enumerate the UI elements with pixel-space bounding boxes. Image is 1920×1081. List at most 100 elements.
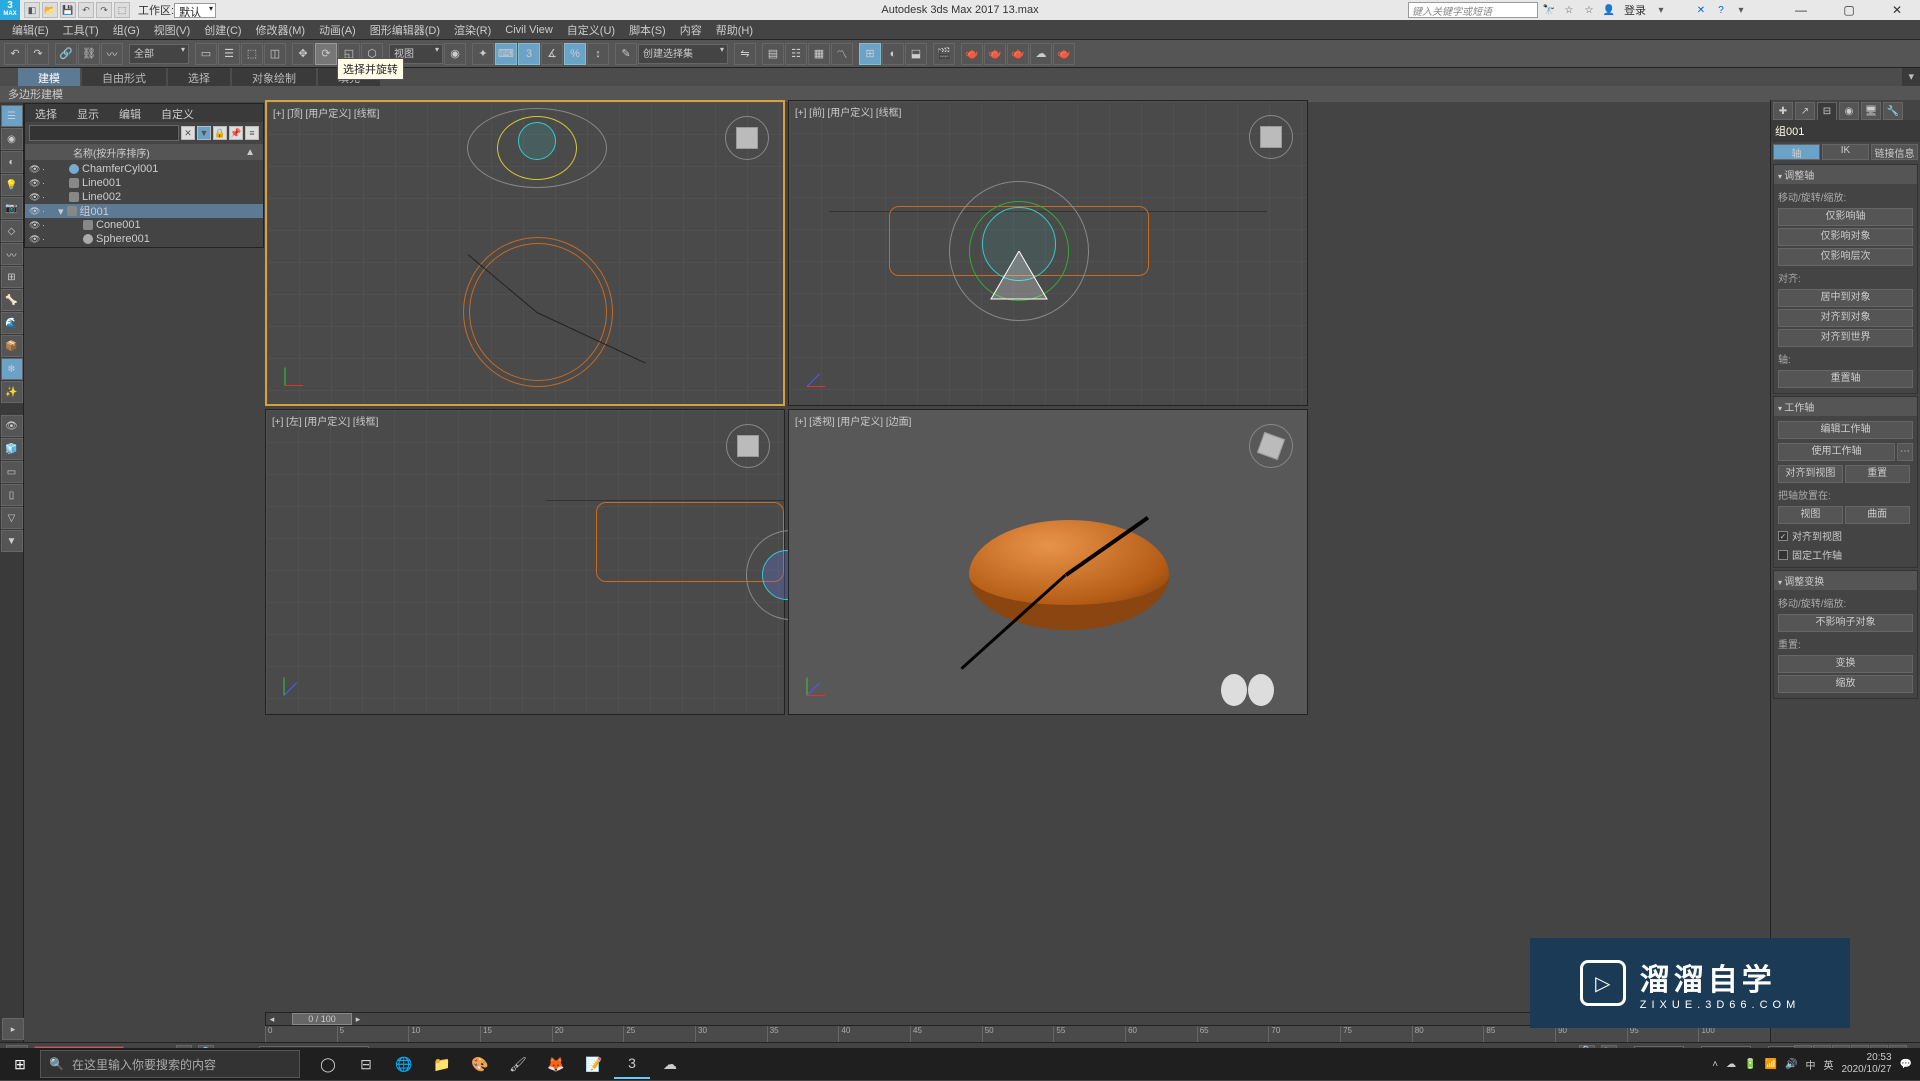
binoculars-icon[interactable]: 🔭 [1540,2,1558,18]
freeze-icon[interactable]: · [42,206,52,216]
cp-tab-motion-icon[interactable]: ◉ [1839,102,1859,120]
cp-tab-modify-icon[interactable]: ↗ [1795,102,1815,120]
curve-editor-icon[interactable]: 〽 [831,43,853,65]
qat-undo-icon[interactable]: ↶ [78,2,94,18]
ribbon-min-icon[interactable]: ▾ [1902,68,1920,86]
rollout-header[interactable]: 调整轴 [1774,165,1917,184]
freeze-icon[interactable]: · [42,164,52,174]
cp-sec-pivot[interactable]: 轴 [1773,144,1820,160]
ribbon-tab-modeling[interactable]: 建模 [18,68,80,86]
menu-animation[interactable]: 动画(A) [313,20,362,40]
tray-network-icon[interactable]: 📶 [1765,1059,1777,1070]
se-tree-row[interactable]: 👁·Cone001 [25,218,263,232]
render-setup-icon[interactable]: ⬓ [905,43,927,65]
vp-label-left[interactable]: [+] [左] [用户定义] [线框] [272,413,378,428]
qat-new-icon[interactable]: ◧ [24,2,40,18]
ln-freeze-icon[interactable]: 🧊 [1,438,23,460]
visibility-icon[interactable]: 👁 [29,234,39,245]
btn-affect-hierarchy[interactable]: 仅影响层次 [1778,248,1913,266]
select-rotate-icon[interactable]: ⟳ [315,43,337,65]
btn-reset-transform[interactable]: 变换 [1778,655,1913,673]
visibility-icon[interactable]: 👁 [29,220,39,231]
snap-toggle-icon[interactable]: 3 [518,43,540,65]
ln-none-icon[interactable]: ▯ [1,484,23,506]
qat-redo-icon[interactable]: ↷ [96,2,112,18]
se-tree-row[interactable]: 👁·▾组001 [25,204,263,218]
chevron-down2-icon[interactable]: ▾ [1732,2,1750,18]
ln-particle-icon[interactable]: ✨ [1,381,23,403]
menu-modifiers[interactable]: 修改器(M) [250,20,312,40]
render-activeshade-icon[interactable]: 🫖 [1007,43,1029,65]
render-online-icon[interactable]: ☁ [1030,43,1052,65]
visibility-icon[interactable]: 👁 [29,192,39,203]
select-move-icon[interactable]: ✥ [292,43,314,65]
cp-sec-ik[interactable]: IK [1822,144,1869,160]
btn-align-to-object[interactable]: 对齐到对象 [1778,309,1913,327]
help-icon[interactable]: ? [1712,2,1730,18]
menu-create[interactable]: 创建(C) [198,20,247,40]
ln-similar-icon[interactable]: ▼ [1,530,23,552]
app-icon[interactable]: 3MAX [0,0,20,20]
btn-edit-working-pivot[interactable]: 编辑工作轴 [1778,421,1913,439]
ln-shape-icon[interactable]: 〰 [1,243,23,265]
star2-icon[interactable]: ☆ [1580,2,1598,18]
percent-snap-icon[interactable]: % [564,43,586,65]
freeze-icon[interactable]: · [42,192,52,202]
se-tab-edit[interactable]: 编辑 [109,104,151,122]
selection-filter-dropdown[interactable]: 全部 [129,44,189,64]
menu-content[interactable]: 内容 [674,20,708,40]
sign-in-link[interactable]: 登录 [1620,2,1650,18]
vp-label-persp[interactable]: [+] [透视] [用户定义] [边面] [795,413,911,428]
cp-tab-display-icon[interactable]: 🖥 [1861,102,1881,120]
task-view-icon[interactable]: ◯ [310,1049,346,1079]
select-region-rect-icon[interactable]: ⬚ [241,43,263,65]
maximize-button[interactable]: ▢ [1826,0,1872,20]
btn-reset-pivot[interactable]: 重置轴 [1778,370,1913,388]
workspace-dropdown[interactable]: 默认 [174,3,216,18]
material-editor-icon[interactable]: ◐ [882,43,904,65]
undo-icon[interactable]: ↶ [4,43,26,65]
qat-link-icon[interactable]: ⬚ [114,2,130,18]
time-ruler[interactable]: 0510152025303540455055606570758085909510… [265,1026,1770,1042]
explorer-icon[interactable]: 📁 [424,1049,460,1079]
ln-all-icon[interactable]: ▭ [1,461,23,483]
render-production-icon[interactable]: 🫖 [961,43,983,65]
chk-align-to-view[interactable]: ✓对齐到视图 [1778,526,1913,545]
edge-icon[interactable]: 🌐 [386,1049,422,1079]
viewcube-left[interactable] [726,424,770,468]
tray-volume-icon[interactable]: 🔊 [1785,1059,1797,1070]
close-button[interactable]: ✕ [1874,0,1920,20]
ln-invert-icon[interactable]: ▽ [1,507,23,529]
tray-chevron-icon[interactable]: ˄ [1712,1059,1718,1070]
firefox-icon[interactable]: 🦊 [538,1049,574,1079]
time-prev-icon[interactable]: ◂ [266,1014,278,1025]
vp-label-front[interactable]: [+] [前] [用户定义] [线框] [795,104,901,119]
user-icon[interactable]: 👤 [1600,2,1618,18]
viewport-perspective[interactable]: [+] [透视] [用户定义] [边面] [788,409,1308,715]
3dsmax-taskbar-icon[interactable]: 3 [614,1049,650,1079]
window-crossing-icon[interactable]: ◫ [264,43,286,65]
edit-named-sel-icon[interactable]: ✎ [615,43,637,65]
se-tab-display[interactable]: 显示 [67,104,109,122]
freeze-icon[interactable]: · [42,178,52,188]
ln-camera-icon[interactable]: 📷 [1,197,23,219]
render-last-icon[interactable]: 🫖 [1053,43,1075,65]
se-tree-row[interactable]: 👁·ChamferCyl001 [25,162,263,176]
ln-container-icon[interactable]: 📦 [1,335,23,357]
btn-affect-object[interactable]: 仅影响对象 [1778,228,1913,246]
ln-select-icon[interactable]: ☰ [1,105,23,127]
app-icon-2[interactable]: 🖌 [500,1049,536,1079]
manipulate-icon[interactable]: ✦ [472,43,494,65]
btn-align-to-view[interactable]: 对齐到视图 [1778,465,1843,483]
viewport-top[interactable]: [+] [顶] [用户定义] [线框] [265,100,785,406]
cp-tab-create-icon[interactable]: ✚ [1773,102,1793,120]
rollout-header[interactable]: 工作轴 [1774,397,1917,416]
minimize-button[interactable]: — [1778,0,1824,20]
ln-display-icon[interactable]: ◉ [1,128,23,150]
se-column-header[interactable]: 名称(按升序排序)▲ [25,144,263,160]
btn-center-to-object[interactable]: 居中到对象 [1778,289,1913,307]
spinner-snap-icon[interactable]: ↕ [587,43,609,65]
select-by-name-icon[interactable]: ☰ [218,43,240,65]
se-tab-select[interactable]: 选择 [25,104,67,122]
menu-group[interactable]: 组(G) [107,20,146,40]
